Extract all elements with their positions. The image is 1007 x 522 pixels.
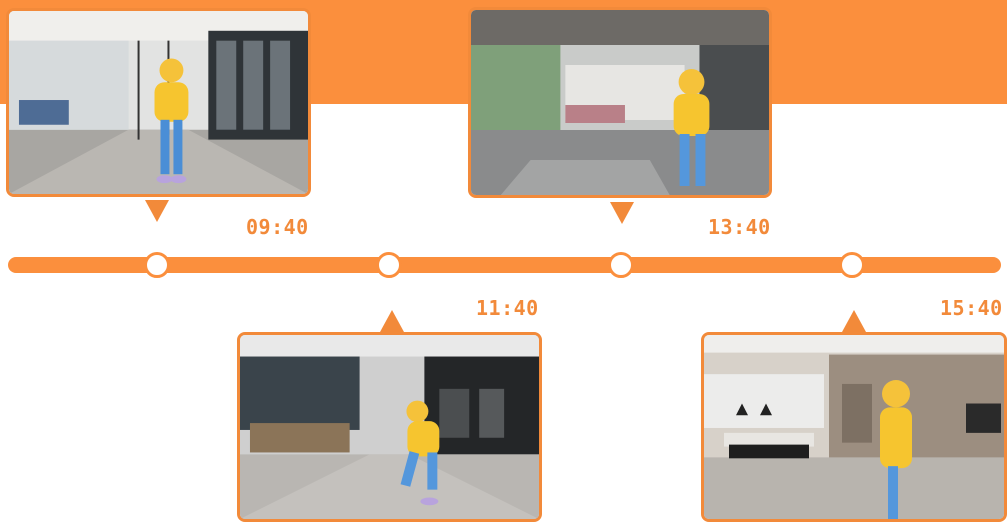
- event-card-0940[interactable]: [6, 8, 311, 197]
- card-pointer-1540: [842, 310, 866, 332]
- time-label-1340: 13:40: [708, 215, 771, 239]
- scene-image-lounge: [471, 10, 769, 195]
- card-pointer-1140: [380, 310, 404, 332]
- timeline-node-1140[interactable]: [376, 252, 402, 278]
- event-card-1540[interactable]: [701, 332, 1007, 522]
- event-card-1140[interactable]: [237, 332, 542, 522]
- scene-image-glass-corridor: [9, 11, 308, 194]
- timeline-node-1340[interactable]: [608, 252, 634, 278]
- scene-image-dark-lobby: [240, 335, 539, 519]
- timeline-node-1540[interactable]: [839, 252, 865, 278]
- card-pointer-0940: [145, 200, 169, 222]
- time-label-0940: 09:40: [246, 215, 309, 239]
- event-card-1340[interactable]: [468, 7, 772, 198]
- card-pointer-1340: [610, 202, 634, 224]
- scene-image-dining-room: [704, 335, 1004, 519]
- time-label-1540: 15:40: [940, 296, 1003, 320]
- timeline-node-0940[interactable]: [144, 252, 170, 278]
- time-label-1140: 11:40: [476, 296, 539, 320]
